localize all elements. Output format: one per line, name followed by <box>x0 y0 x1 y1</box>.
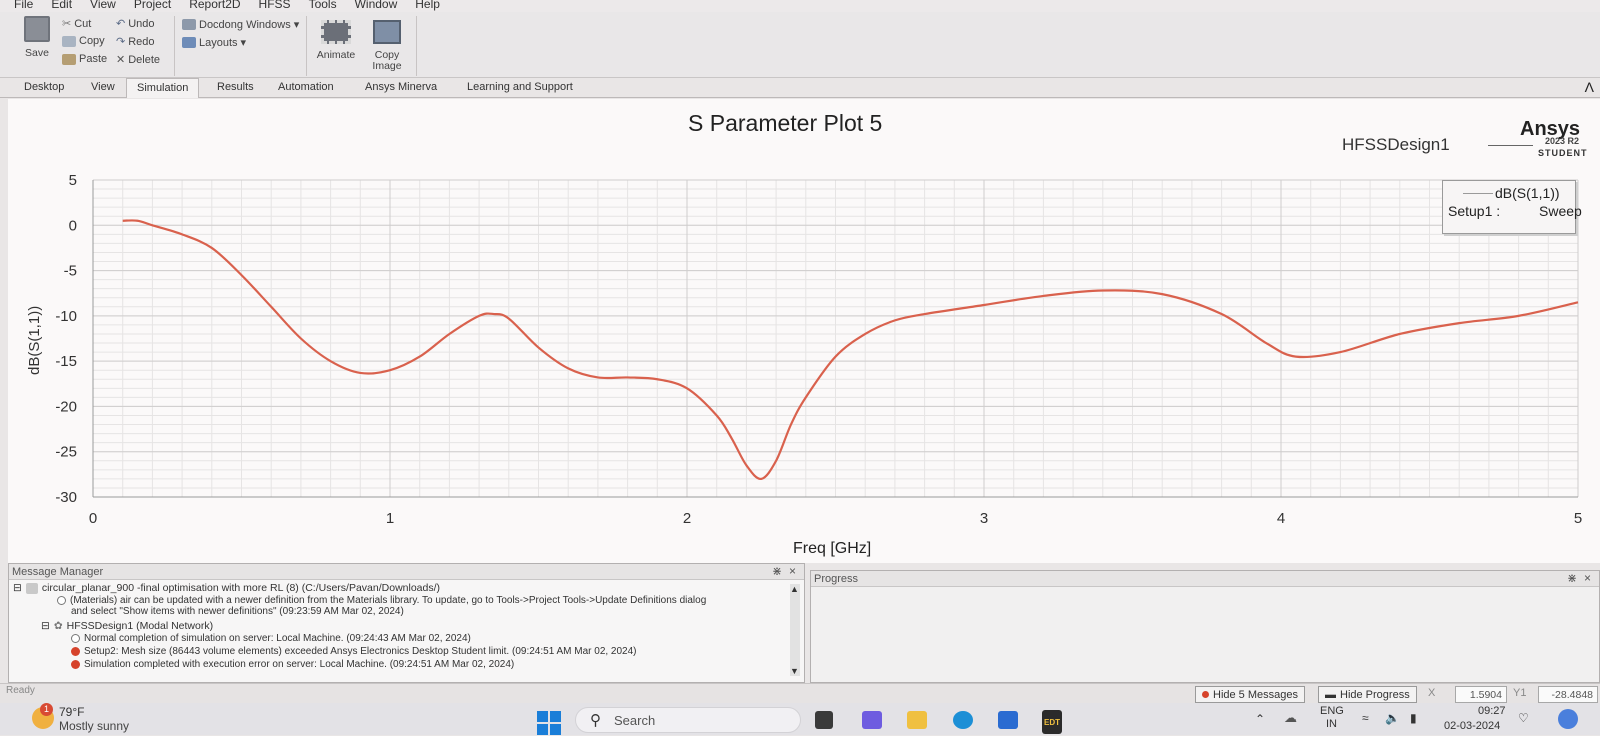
y-tick-label: 5 <box>69 172 77 189</box>
y-tick-label: -5 <box>64 263 77 280</box>
language-indicator[interactable]: ENG <box>1320 705 1344 717</box>
tree-collapse-icon: ⊟ <box>41 620 50 632</box>
search-icon: ⚲ <box>590 712 601 729</box>
close-icon[interactable]: × <box>789 564 796 578</box>
message-item-continued: and select "Show items with newer defini… <box>71 606 404 617</box>
x-tick-label: 5 <box>1574 510 1582 527</box>
status-bar: Ready Hide 5 Messages ▬ Hide Progress X 1… <box>0 683 1600 703</box>
x-tick-label: 4 <box>1277 510 1285 527</box>
x-tick-label: 0 <box>89 510 97 527</box>
scroll-up-icon[interactable]: ▲ <box>790 584 799 594</box>
hide-progress-button[interactable]: ▬ Hide Progress <box>1318 686 1417 703</box>
weather-desc: Mostly sunny <box>59 719 130 733</box>
chat-icon[interactable] <box>862 711 882 729</box>
legend-solution: Setup1 : <box>1448 203 1501 219</box>
y-tick-label: 0 <box>69 217 77 234</box>
series-line-s11[interactable] <box>122 219 1579 480</box>
hide-messages-button[interactable]: Hide 5 Messages <box>1195 686 1305 703</box>
info-icon <box>57 596 66 605</box>
task-view-icon[interactable] <box>815 711 833 729</box>
y-axis-label: dB(S(1,1)) <box>26 305 43 375</box>
y-tick-label: -30 <box>55 489 77 506</box>
cloud-icon[interactable]: ☁ <box>1284 710 1297 726</box>
message-manager-panel: Message Manager ⋇ × ⊟ circular_planar_900… <box>8 563 805 683</box>
design-icon: ✿ <box>53 620 63 632</box>
weather-temp: 79°F <box>59 705 85 719</box>
y-axis-ticks: 5 0 -5 -10 -15 -20 -25 -30 <box>55 172 77 506</box>
message-item[interactable]: Normal completion of simulation on serve… <box>71 633 471 644</box>
status-text: Ready <box>6 685 35 696</box>
legend-swatch <box>1463 193 1493 194</box>
pin-icon[interactable]: ⋇ <box>772 564 782 578</box>
windows-start-icon[interactable] <box>537 711 561 735</box>
x-axis-ticks: 0 1 2 3 4 5 <box>89 510 1582 527</box>
scroll-down-icon[interactable]: ▼ <box>790 666 799 676</box>
weather-badge: 1 <box>40 703 53 716</box>
pin-icon[interactable]: ⋇ <box>1567 571 1577 585</box>
legend-sweep: Sweep <box>1539 203 1582 219</box>
project-icon <box>25 582 38 594</box>
battery-icon[interactable]: ▮ <box>1410 711 1417 725</box>
y-coord-value: -28.4848 <box>1538 686 1598 703</box>
edge-browser-icon[interactable] <box>953 711 973 729</box>
info-icon <box>71 634 80 643</box>
progress-header: Progress <box>811 571 1599 587</box>
x-coord-label: X <box>1428 687 1436 699</box>
wifi-icon[interactable]: ≈ <box>1362 711 1369 725</box>
chart-grid <box>92 179 1579 498</box>
chevron-up-icon[interactable]: ⌃ <box>1255 712 1265 726</box>
y-tick-label: -10 <box>55 308 77 325</box>
error-icon <box>71 660 80 669</box>
store-icon[interactable] <box>998 711 1018 729</box>
x-tick-label: 1 <box>386 510 394 527</box>
progress-icon: ▬ <box>1325 688 1336 701</box>
notification-bell-icon[interactable]: ♡ <box>1518 711 1529 725</box>
s-parameter-chart[interactable]: 0 1 2 3 4 5 5 0 -5 -10 -15 -20 -25 -30 <box>0 0 1600 563</box>
message-item[interactable]: (Materials) air can be updated with a ne… <box>57 595 706 606</box>
y-tick-label: -15 <box>55 353 77 370</box>
file-explorer-icon[interactable] <box>907 711 927 729</box>
ansys-edt-icon[interactable]: EDT <box>1042 710 1062 734</box>
message-design-node[interactable]: ⊟ ✿ HFSSDesign1 (Modal Network) <box>41 620 213 632</box>
error-icon <box>71 647 80 656</box>
tree-collapse-icon: ⊟ <box>13 582 22 594</box>
progress-panel: Progress ⋇ × <box>810 570 1600 683</box>
clock-date[interactable]: 02-03-2024 <box>1444 720 1500 732</box>
close-icon[interactable]: × <box>1584 571 1591 585</box>
y-tick-label: -25 <box>55 444 77 461</box>
taskbar-search[interactable]: ⚲ Search <box>575 707 801 733</box>
y-coord-label: Y1 <box>1513 687 1527 699</box>
message-manager-header: Message Manager <box>9 564 804 580</box>
message-scrollbar[interactable]: ▲ ▼ <box>790 584 800 676</box>
x-tick-label: 3 <box>980 510 988 527</box>
x-coord-value: 1.5904 <box>1455 686 1507 703</box>
error-icon <box>1202 691 1209 698</box>
x-tick-label: 2 <box>683 510 691 527</box>
copilot-icon[interactable] <box>1558 709 1578 729</box>
volume-icon[interactable]: 🔈 <box>1385 711 1400 725</box>
chart-legend[interactable]: dB(S(1,1)) Setup1 : Sweep <box>1442 180 1582 234</box>
legend-trace-name: dB(S(1,1)) <box>1495 185 1560 201</box>
chart-series <box>122 219 1579 480</box>
region-indicator: IN <box>1326 718 1337 730</box>
message-item[interactable]: Setup2: Mesh size (86443 volume elements… <box>71 646 637 657</box>
clock-time[interactable]: 09:27 <box>1478 705 1506 717</box>
y-tick-label: -20 <box>55 398 77 415</box>
message-item[interactable]: Simulation completed with execution erro… <box>71 659 514 670</box>
message-project-node[interactable]: ⊟ circular_planar_900 -final optimisation… <box>13 582 440 594</box>
x-axis-label: Freq [GHz] <box>793 540 872 557</box>
